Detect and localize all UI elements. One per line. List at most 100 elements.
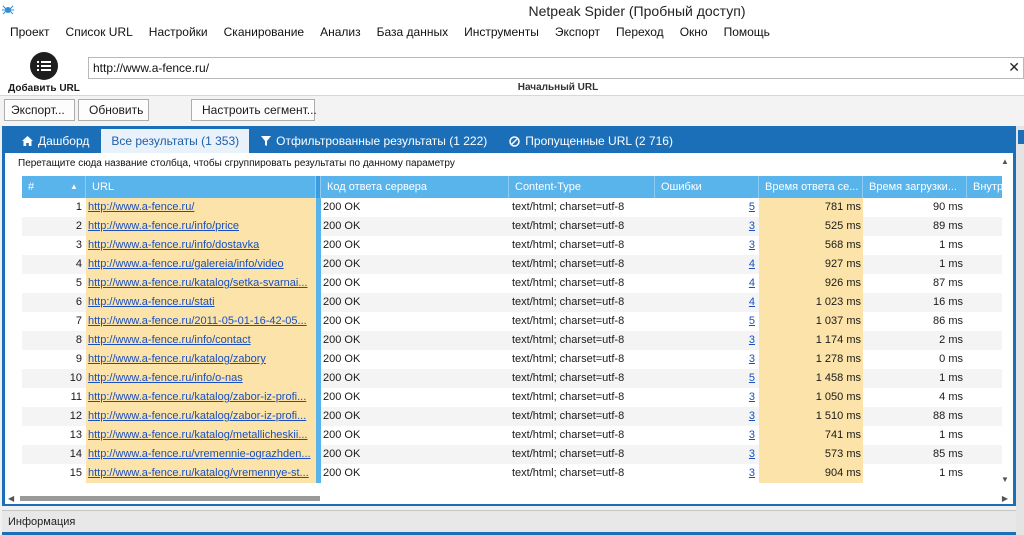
errors-link[interactable]: 3 (749, 467, 755, 479)
errors-link[interactable]: 3 (749, 353, 755, 365)
url-link[interactable]: http://www.a-fence.ru/info/contact (88, 334, 251, 346)
row-number: 15 (69, 467, 82, 479)
errors-link[interactable]: 3 (749, 334, 755, 346)
scroll-left-icon[interactable]: ◀ (8, 494, 14, 503)
errors-link[interactable]: 4 (749, 296, 755, 308)
add-url-label: Добавить URL (8, 83, 80, 94)
tab-skipped-urls[interactable]: Пропущенные URL (2 716) (499, 129, 683, 153)
url-link[interactable]: http://www.a-fence.ru/info/price (88, 220, 239, 232)
menu-export[interactable]: Экспорт (547, 25, 608, 39)
scroll-down-icon[interactable]: ▼ (1001, 475, 1009, 484)
table-row[interactable]: 8 http://www.a-fence.ru/info/contact 200 O… (22, 331, 1002, 350)
table-row[interactable]: 7 http://www.a-fence.ru/2011-05-01-16-42-… (22, 312, 1002, 331)
errors-link[interactable]: 3 (749, 448, 755, 460)
column-status-code-label: Код ответа сервера (327, 181, 428, 193)
menu-navigate[interactable]: Переход (608, 25, 672, 39)
errors-link[interactable]: 4 (749, 277, 755, 289)
table-row[interactable]: 9 http://www.a-fence.ru/katalog/zabory 200… (22, 350, 1002, 369)
table-row[interactable]: 12 http://www.a-fence.ru/katalog/zabor-iz… (22, 407, 1002, 426)
scroll-up-icon[interactable]: ▲ (1001, 157, 1009, 166)
table-row[interactable]: 10 http://www.a-fence.ru/info/o-nas 200 OK… (22, 369, 1002, 388)
column-header-url[interactable]: URL (86, 176, 316, 198)
horizontal-scrollbar[interactable]: ◀ ▶ (8, 493, 1008, 503)
clear-url-icon[interactable]: ✕ (1008, 59, 1020, 75)
url-link[interactable]: http://www.a-fence.ru/katalog/zabor-iz-p… (88, 391, 306, 403)
tab-filtered-label: Отфильтрованные результаты (1 222) (276, 134, 488, 148)
response-time-cell: 1 023 ms (759, 293, 863, 312)
table-row[interactable]: 5 http://www.a-fence.ru/katalog/setka-sva… (22, 274, 1002, 293)
url-cell: http://www.a-fence.ru/katalog/vremennye-… (86, 464, 316, 483)
column-header-number[interactable]: # ▲ (22, 176, 86, 198)
start-url-input[interactable]: http://www.a-fence.ru/ (88, 57, 1024, 79)
column-header-load-time[interactable]: Время загрузки... (863, 176, 967, 198)
column-header-content-type[interactable]: Content-Type (509, 176, 655, 198)
errors-link[interactable]: 3 (749, 239, 755, 251)
table-row[interactable]: 4 http://www.a-fence.ru/galereia/info/vid… (22, 255, 1002, 274)
list-icon (30, 52, 58, 80)
menu-help[interactable]: Помощь (716, 25, 778, 39)
errors-link[interactable]: 5 (749, 372, 755, 384)
column-header-internal[interactable]: Внутр (967, 176, 1002, 198)
table-row[interactable]: 2 http://www.a-fence.ru/info/price 200 OK t… (22, 217, 1002, 236)
url-link[interactable]: http://www.a-fence.ru/galereia/info/vide… (88, 258, 284, 270)
column-header-errors[interactable]: Ошибки (655, 176, 759, 198)
content-type-cell: text/html; charset=utf-8 (512, 258, 625, 270)
menu-scan[interactable]: Сканирование (216, 25, 312, 39)
table-row[interactable]: 14 http://www.a-fence.ru/vremennie-ograzh… (22, 445, 1002, 464)
table-row[interactable]: 1 http://www.a-fence.ru/200 OK text/html; … (22, 198, 1002, 217)
url-link[interactable]: http://www.a-fence.ru/vremennie-ograzhde… (88, 448, 311, 460)
url-link[interactable]: http://www.a-fence.ru/katalog/vremennye-… (88, 467, 309, 479)
sort-asc-icon: ▲ (70, 182, 78, 191)
url-link[interactable]: http://www.a-fence.ru/info/o-nas (88, 372, 243, 384)
column-errors-label: Ошибки (661, 181, 702, 193)
group-by-hint[interactable]: Перетащите сюда название столбца, чтобы … (18, 158, 455, 169)
menu-tools[interactable]: Инструменты (456, 25, 547, 39)
segment-button[interactable]: Настроить сегмент... (191, 99, 317, 121)
refresh-button[interactable]: Обновить (78, 99, 149, 121)
add-url-button[interactable]: Добавить URL (8, 50, 80, 94)
url-link[interactable]: http://www.a-fence.ru/katalog/metalliche… (88, 429, 307, 441)
url-link[interactable]: http://www.a-fence.ru/2011-05-01-16-42-0… (88, 315, 307, 327)
errors-link[interactable]: 5 (749, 201, 755, 213)
menu-project[interactable]: Проект (2, 25, 58, 39)
menu-analysis[interactable]: Анализ (312, 25, 369, 39)
menu-window[interactable]: Окно (672, 25, 716, 39)
vertical-scrollbar[interactable]: ▲ ▼ (1000, 153, 1010, 493)
url-link[interactable]: http://www.a-fence.ru/info/dostavka (88, 239, 259, 251)
url-link[interactable]: http://www.a-fence.ru/katalog/zabory (88, 353, 266, 365)
info-panel: Информация (2, 510, 1016, 535)
url-link[interactable]: http://www.a-fence.ru/ (88, 201, 194, 213)
tab-dashboard[interactable]: Дашборд (12, 129, 99, 153)
column-header-status-code[interactable]: Код ответа сервера (321, 176, 509, 198)
url-cell: http://www.a-fence.ru/info/o-nas (86, 369, 316, 388)
column-header-response-time[interactable]: Время ответа се... (759, 176, 863, 198)
menu-url-list[interactable]: Список URL (58, 25, 141, 39)
url-link[interactable]: http://www.a-fence.ru/katalog/zabor-iz-p… (88, 410, 306, 422)
errors-link[interactable]: 3 (749, 429, 755, 441)
export-button[interactable]: Экспорт... (4, 99, 75, 121)
scroll-right-icon[interactable]: ▶ (1002, 494, 1008, 503)
response-time-cell: 1 037 ms (759, 312, 863, 331)
table-row[interactable]: 11 http://www.a-fence.ru/katalog/zabor-iz… (22, 388, 1002, 407)
errors-link[interactable]: 3 (749, 220, 755, 232)
errors-link[interactable]: 5 (749, 315, 755, 327)
url-link[interactable]: http://www.a-fence.ru/katalog/setka-svar… (88, 277, 308, 289)
tab-filtered-results[interactable]: Отфильтрованные результаты (1 222) (251, 129, 497, 153)
table-row[interactable]: 13 http://www.a-fence.ru/katalog/metallic… (22, 426, 1002, 445)
content-type-cell: text/html; charset=utf-8 (512, 353, 625, 365)
errors-link[interactable]: 4 (749, 258, 755, 270)
table-row[interactable]: 6 http://www.a-fence.ru/stati 200 OK text/h… (22, 293, 1002, 312)
url-link[interactable]: http://www.a-fence.ru/stati (88, 296, 215, 308)
horizontal-scroll-thumb[interactable] (20, 496, 320, 501)
right-dock-tab[interactable] (1018, 130, 1024, 144)
table-row[interactable]: 15 http://www.a-fence.ru/katalog/vremenny… (22, 464, 1002, 483)
menu-database[interactable]: База данных (369, 25, 456, 39)
errors-link[interactable]: 3 (749, 410, 755, 422)
url-cell: http://www.a-fence.ru/info/contact (86, 331, 316, 350)
url-cell: http://www.a-fence.ru/ (86, 198, 316, 217)
menu-settings[interactable]: Настройки (141, 25, 216, 39)
table-row[interactable]: 3 http://www.a-fence.ru/info/dostavka 200 … (22, 236, 1002, 255)
tab-all-results[interactable]: Все результаты (1 353) (101, 129, 250, 153)
errors-link[interactable]: 3 (749, 391, 755, 403)
row-number: 3 (75, 239, 82, 251)
